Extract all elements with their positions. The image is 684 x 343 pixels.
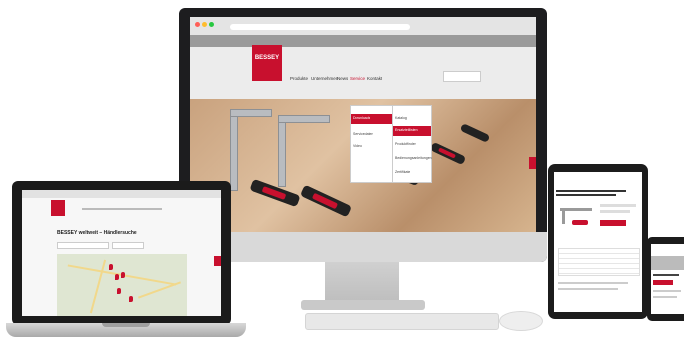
tablet-text-line [600, 210, 630, 213]
menu-item-produkte: Produkte [290, 76, 309, 81]
menu-item-kontakt: Kontakt [367, 76, 383, 81]
tablet-screen [554, 172, 642, 312]
side-tab [529, 157, 536, 169]
map-pin-icon [121, 272, 125, 278]
laptop-logo [51, 200, 65, 216]
laptop-filter-select [112, 242, 144, 249]
laptop-side-tab [214, 256, 221, 266]
browser-toolbar [190, 17, 536, 36]
map-pin-icon [115, 274, 119, 280]
tablet-text-line [558, 288, 618, 290]
monitor-stand-neck [325, 262, 399, 304]
submenu-item-produktfinder: Produktfinder [395, 142, 416, 146]
phone-screen [651, 244, 684, 314]
laptop-search-input [57, 242, 109, 249]
tablet-text-line [600, 204, 636, 207]
map-road [138, 281, 181, 299]
monitor-chin [179, 232, 547, 262]
laptop-screen: BESSEY weltweit – Händlersuche [22, 190, 221, 316]
dropdown-item-downloads: Downloads [353, 116, 371, 120]
map-pin-icon [117, 288, 121, 294]
phone-text-line [653, 290, 681, 292]
clamp-rail [278, 115, 286, 187]
tablet-heading [556, 194, 616, 196]
downloads-submenu: Katalog Ersatzteillisten Produktfinder B… [392, 105, 432, 183]
laptop-page-title: BESSEY weltweit – Händlersuche [57, 230, 137, 236]
submenu-item-ersatzteillisten: Ersatzteillisten [395, 128, 418, 132]
submenu-item-zertifikate: Zertifikate [395, 170, 411, 174]
phone-cta-button [653, 280, 673, 285]
clamp-rail [230, 109, 238, 191]
service-dropdown: Downloads Servicedaten Video [350, 105, 394, 183]
laptop-menu [82, 208, 162, 210]
search-input [443, 71, 481, 82]
utility-bar [190, 35, 536, 47]
monitor-stand-foot [301, 300, 425, 310]
maximize-dot-icon [209, 22, 214, 27]
phone-text-line [653, 296, 677, 298]
clamp-rail [278, 115, 330, 123]
address-bar [230, 24, 410, 30]
map-pin-icon [129, 296, 133, 302]
clamp-handle [459, 123, 491, 143]
site-header [190, 47, 536, 99]
mouse [499, 311, 543, 331]
clamp-product-icon [558, 204, 594, 228]
dealer-map [57, 254, 187, 316]
tablet-heading [556, 190, 626, 192]
close-dot-icon [195, 22, 200, 27]
logo-wordmark: BESSEY [254, 55, 280, 61]
laptop-notch [102, 323, 150, 327]
phone-heading [653, 274, 679, 276]
map-road [89, 259, 107, 314]
phone-hero [651, 256, 684, 270]
dropdown-item-video: Video [353, 144, 362, 148]
minimize-dot-icon [202, 22, 207, 27]
submenu-item-bedienungsanleitungen: Bedienungsanleitungen [395, 156, 432, 160]
tablet-spec-table [558, 248, 640, 276]
laptop-browser-bar [22, 190, 221, 198]
menu-item-unternehmen: Unternehmen [311, 76, 339, 81]
menu-item-news: News [337, 76, 349, 81]
map-pin-icon [109, 264, 113, 270]
clamp-rail [230, 109, 272, 117]
dropdown-item-servicedaten: Servicedaten [353, 132, 374, 136]
menu-item-service: Service [350, 76, 366, 81]
keyboard [305, 313, 499, 330]
monitor-screen: BESSEY Produkte Unternehmen News Service… [190, 17, 536, 232]
tablet-text-line [558, 282, 628, 284]
submenu-item-katalog: Katalog [395, 116, 407, 120]
bessey-logo: BESSEY [252, 45, 282, 81]
tablet-cta-button [600, 220, 626, 226]
